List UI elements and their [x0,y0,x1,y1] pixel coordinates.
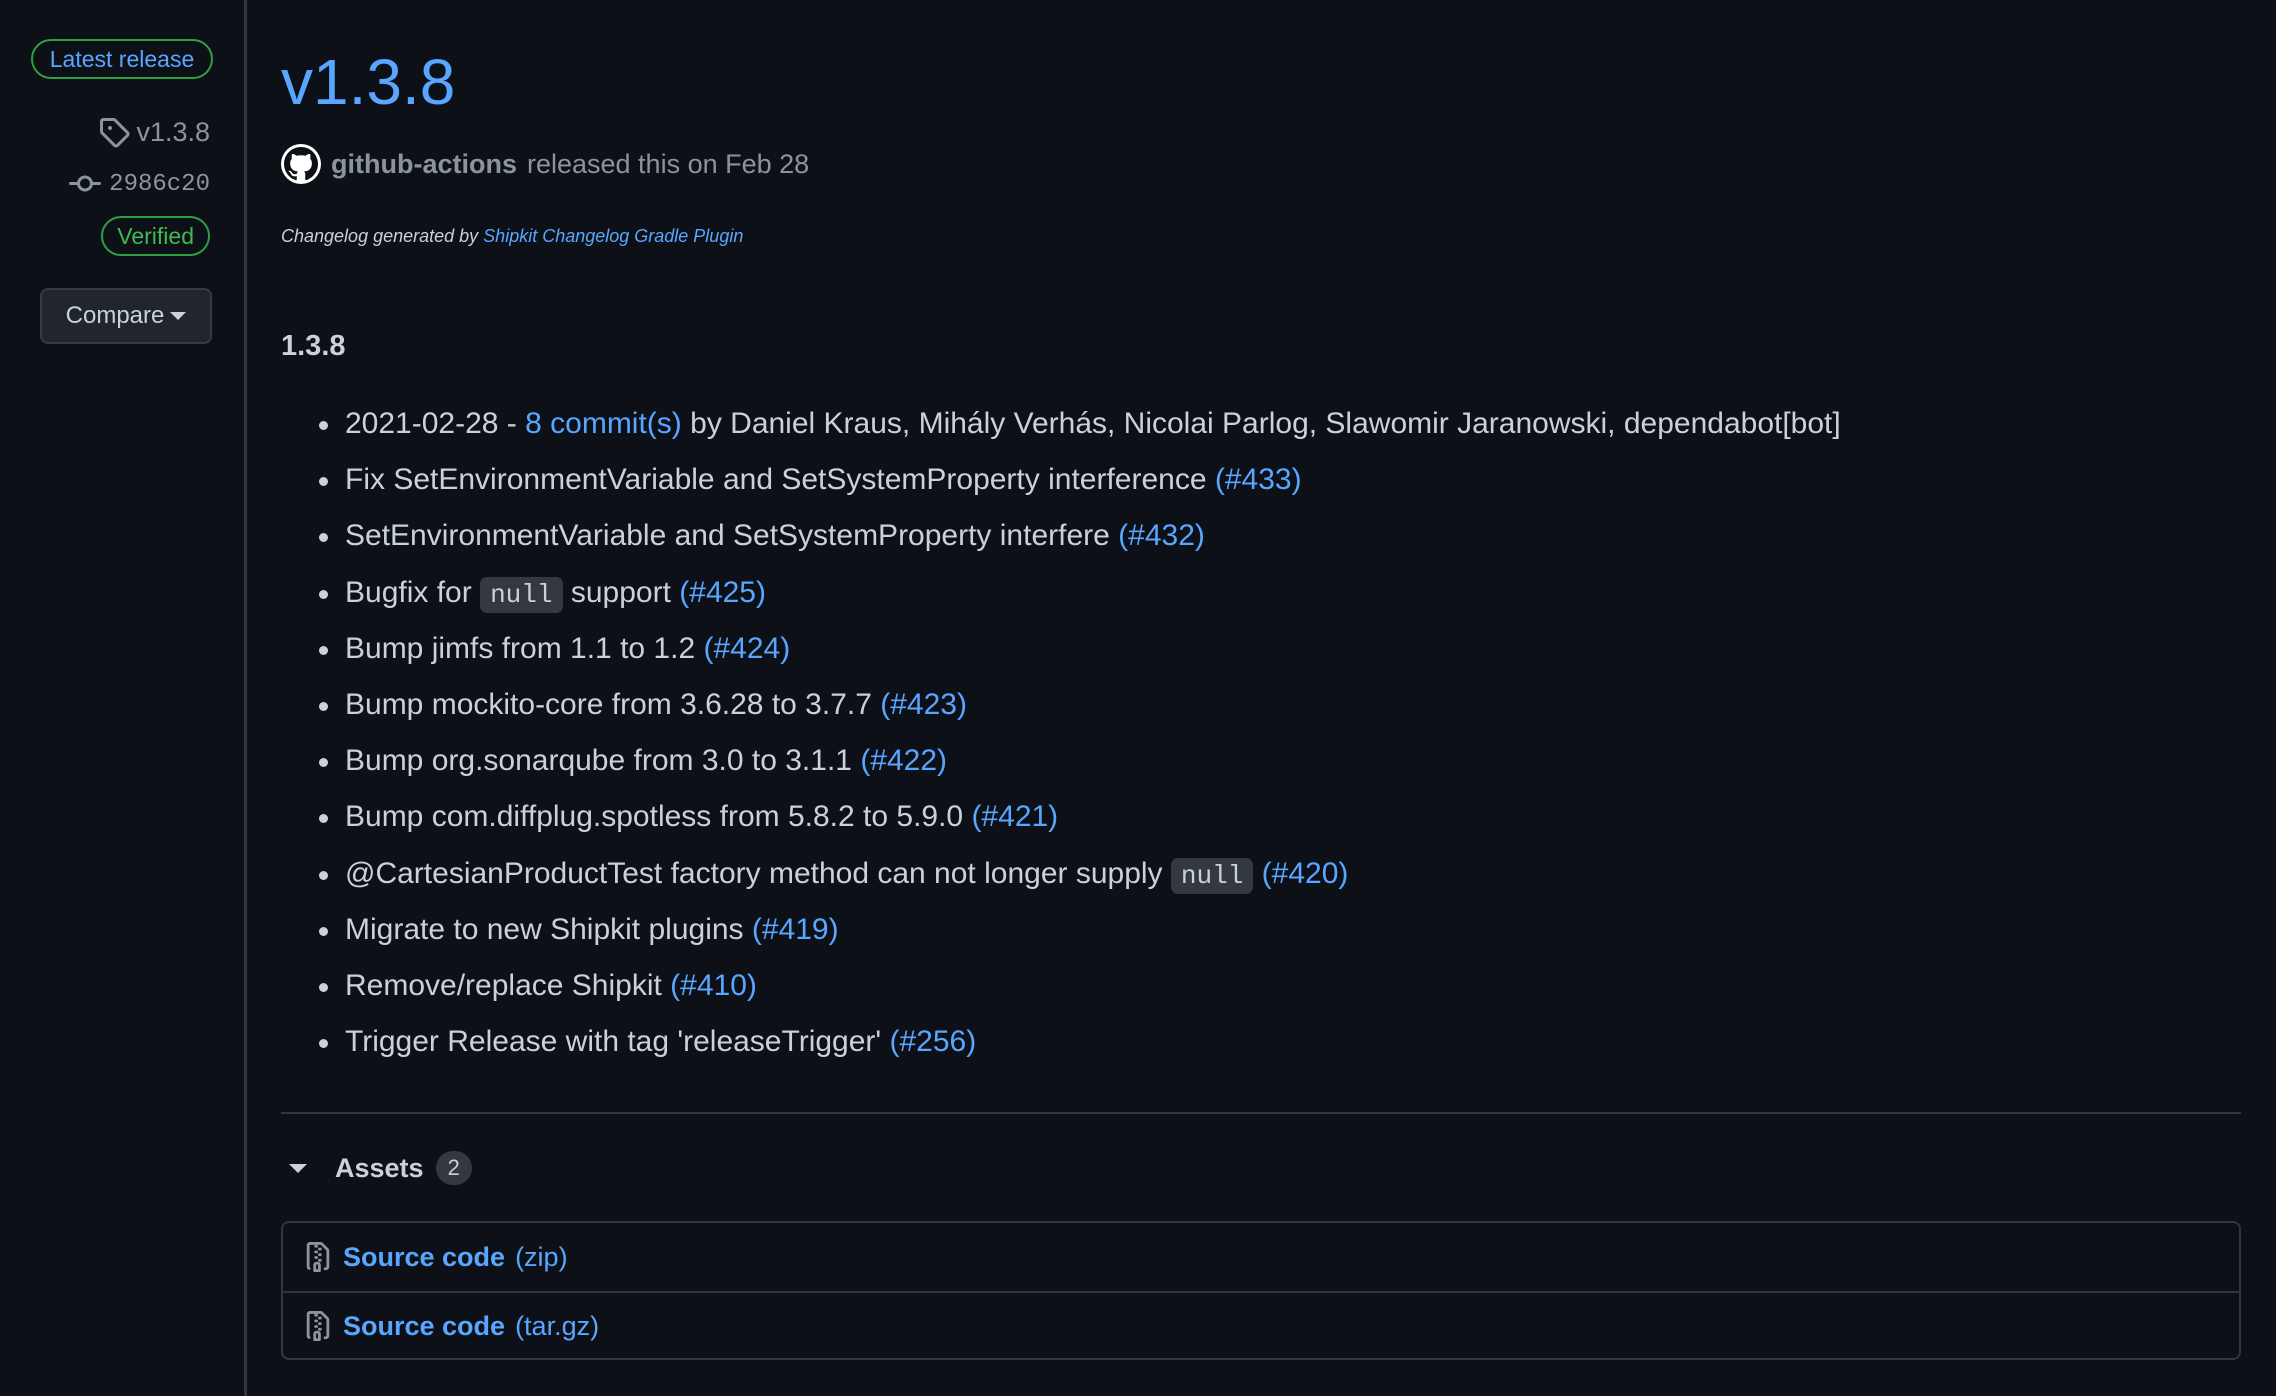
latest-release-badge: Latest release [31,39,213,79]
list-item: Bugfix for null support (#425) [281,565,1841,621]
changelog-prefix: Changelog generated by [281,226,479,246]
file-zip-icon [303,1311,333,1341]
change-text: @CartesianProductTest factory method can… [345,856,1163,890]
change-text: Bump mockito-core from 3.6.28 to 3.7.7 [345,687,872,721]
commit-link[interactable]: 2986c20 [69,166,210,202]
compare-label: Compare [65,302,165,329]
assets-toggle[interactable]: Assets 2 [281,1146,472,1190]
assets-divider [281,1112,2241,1114]
pr-link[interactable]: (#424) [703,632,790,665]
asset-name[interactable]: Source code [343,1311,505,1342]
asset-item-targz[interactable]: Source code (tar.gz) [283,1291,2239,1359]
tag-link[interactable]: v1.3.8 [98,114,210,150]
changelog-plugin-link[interactable]: Shipkit Changelog Gradle Plugin [483,226,743,246]
commit-sha: 2986c20 [109,170,210,198]
change-text: 2021-02-28 - [345,407,526,440]
tag-name: v1.3.8 [136,116,210,147]
list-item: @CartesianProductTest factory method can… [281,846,1841,902]
release-sidebar: Latest release v1.3.8 2986c20 Verified C… [0,0,247,1396]
list-item: Bump org.sonarqube from 3.0 to 3.1.1 (#4… [281,733,1841,789]
caret-down-icon [170,312,187,320]
author-link[interactable]: github-actions [331,149,517,180]
list-item: Bump jimfs from 1.1 to 1.2 (#424) [281,621,1841,677]
pr-link[interactable]: (#432) [1118,519,1205,552]
tag-icon [98,116,130,148]
list-item: Bump mockito-core from 3.6.28 to 3.7.7 (… [281,677,1841,733]
changelog-note: Changelog generated by Shipkit Changelog… [281,226,743,247]
triangle-down-icon [289,1163,307,1173]
release-author-row: github-actions released this on Feb 28 [281,142,809,186]
list-item: SetEnvironmentVariable and SetSystemProp… [281,508,1841,564]
github-mark-icon[interactable] [281,144,321,184]
list-item: Remove/replace Shipkit (#410) [281,958,1841,1014]
assets-count-badge: 2 [435,1151,472,1185]
pr-link[interactable]: (#419) [752,913,839,946]
change-text: SetEnvironmentVariable and SetSystemProp… [345,519,1110,553]
list-item: Migrate to new Shipkit plugins (#419) [281,902,1841,958]
version-heading: 1.3.8 [281,330,346,362]
git-commit-icon [69,168,102,200]
assets-title: Assets [335,1152,424,1183]
commits-link[interactable]: 8 commit(s) [525,407,682,440]
list-item: Trigger Release with tag 'releaseTrigger… [281,1014,1841,1070]
verified-badge[interactable]: Verified [101,216,210,256]
change-text: Trigger Release with tag 'releaseTrigger… [345,1025,882,1059]
change-text: Migrate to new Shipkit plugins [345,912,744,946]
inline-code: null [480,576,563,613]
pr-link[interactable]: (#422) [860,744,947,777]
change-text: Fix SetEnvironmentVariable and SetSystem… [345,463,1207,497]
pr-link[interactable]: (#256) [889,1025,976,1058]
change-text: Bugfix for [345,575,472,609]
pr-link[interactable]: (#421) [971,800,1058,833]
asset-ext: (zip) [515,1241,568,1272]
list-item: 2021-02-28 - 8 commit(s) by Daniel Kraus… [281,396,1841,452]
change-text: Bump org.sonarqube from 3.0 to 3.1.1 [345,744,852,778]
change-text: Remove/replace Shipkit [345,968,662,1002]
inline-code: null [1170,857,1254,894]
list-item: Bump com.diffplug.spotless from 5.8.2 to… [281,789,1841,845]
released-text: released this on Feb 28 [526,148,810,179]
asset-ext: (tar.gz) [515,1310,600,1341]
pr-link[interactable]: (#423) [880,688,967,721]
pr-link[interactable]: (#425) [679,576,766,609]
change-text: support [570,575,671,609]
asset-list: Source code (zip) Source code (tar.gz) [281,1221,2241,1360]
release-title[interactable]: v1.3.8 [281,42,455,122]
release-page: Latest release v1.3.8 2986c20 Verified C… [0,0,2276,1396]
asset-name[interactable]: Source code [343,1242,505,1273]
changes-list: 2021-02-28 - 8 commit(s) by Daniel Kraus… [281,396,1841,1070]
pr-link[interactable]: (#420) [1262,857,1349,890]
compare-button[interactable]: Compare [40,288,212,344]
change-text: by Daniel Kraus, Mihály Verhás, Nicolai … [681,407,1841,440]
file-zip-icon [303,1242,333,1272]
pr-link[interactable]: (#410) [670,969,757,1002]
pr-link[interactable]: (#433) [1215,463,1302,496]
change-text: Bump com.diffplug.spotless from 5.8.2 to… [345,800,964,834]
change-text: Bump jimfs from 1.1 to 1.2 [345,631,696,665]
list-item: Fix SetEnvironmentVariable and SetSystem… [281,452,1841,508]
asset-item-zip[interactable]: Source code (zip) [283,1223,2239,1291]
